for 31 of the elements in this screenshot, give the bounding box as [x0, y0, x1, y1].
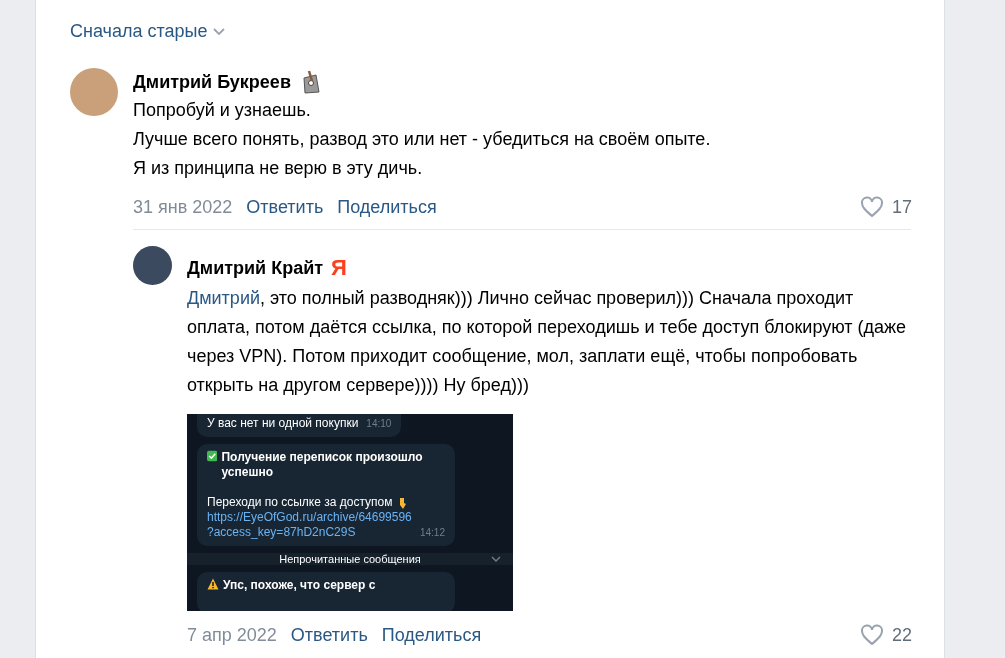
author-name[interactable]: Дмитрий Крайт [187, 257, 324, 279]
heart-icon [859, 624, 884, 646]
comment-text: Я из принципа не верю в эту дичь. [133, 157, 424, 180]
action-link[interactable]: Ответить [290, 624, 368, 646]
unread-bar: Непрочитанные сообщения [187, 553, 513, 565]
action-link[interactable]: Поделиться [337, 196, 437, 218]
comment-date: 31 янв 2022 [133, 196, 233, 218]
message-time: 14:12 [419, 526, 445, 540]
action-link[interactable]: Поделиться [381, 624, 482, 646]
message-text: У вас нет ни одной покупки [207, 416, 359, 431]
heart-icon [859, 196, 884, 218]
like-button[interactable]: 17 [859, 196, 912, 218]
checkmark-icon [207, 450, 218, 462]
message-text: Переходи по ссылке за доступом [207, 495, 393, 510]
comment-date: 7 апр 2022 [187, 624, 277, 646]
comment-text: Лучше всего понять, развод это или нет - убедиться на своём опыте. [133, 128, 712, 151]
mention-link[interactable]: Дмитрий [187, 288, 260, 308]
message-text: Упс, похоже, что сервер с [223, 578, 376, 593]
message-text: Получение переписок произошло успешно [221, 450, 424, 480]
warning-icon [207, 578, 219, 590]
avatar[interactable] [133, 246, 172, 285]
like-button[interactable]: 22 [859, 624, 912, 646]
badge-letter: Я [331, 255, 347, 281]
comment-text: Дмитрий, это полный разводняк))) Лично сейчас проверил))) Сначала проходит оплата, потом даётся ссылка, по которой переходишь и тебе доступ блокируют (даже через VPN). Потом приходит сообщение, мол, заплати ещё, чтобы попробовать открыть на другом сервере)))) Ну бред))) [187, 287, 907, 397]
sort-dropdown[interactable]: Сначала старые [70, 21, 226, 42]
action-link[interactable]: Ответить [246, 196, 324, 218]
comment-text: Попробуй и узнаешь. [133, 99, 312, 122]
chevron-down-icon [491, 556, 501, 562]
author-name[interactable]: Дмитрий Букреев [133, 71, 291, 93]
message-time: 14:10 [366, 417, 392, 431]
chevron-down-icon [213, 27, 226, 36]
